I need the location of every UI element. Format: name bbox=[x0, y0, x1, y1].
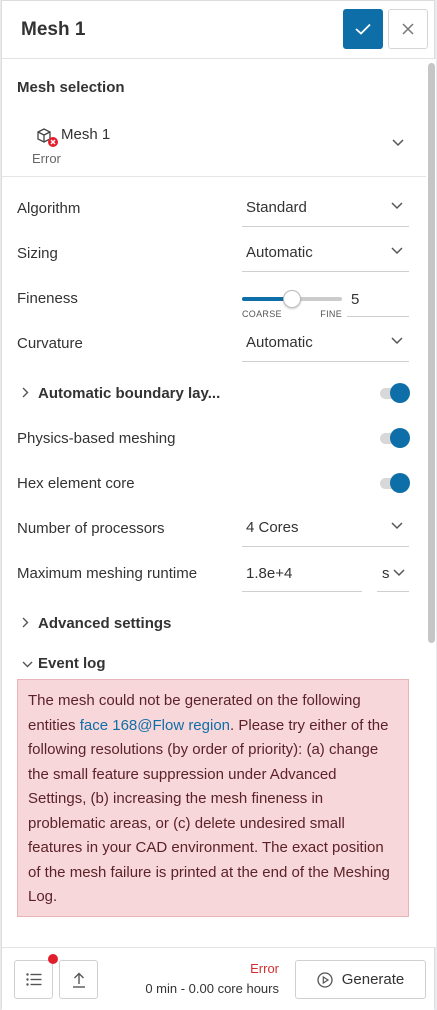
mesh-selection-title: Mesh selection bbox=[17, 79, 125, 96]
slider-max-label: FINE bbox=[320, 309, 342, 319]
toggle-knob bbox=[390, 428, 410, 448]
generate-button[interactable]: Generate bbox=[295, 960, 426, 999]
upload-icon bbox=[72, 972, 85, 988]
auto-boundary-toggle[interactable] bbox=[380, 382, 410, 404]
toggle-knob bbox=[390, 383, 410, 403]
job-list-button[interactable] bbox=[14, 960, 53, 999]
core-hours: 0 min - 0.00 core hours bbox=[145, 981, 279, 996]
mesh-panel: Mesh 1 Mesh selection Mesh 1 Error Algor… bbox=[1, 0, 436, 1010]
auto-boundary-label: Automatic boundary lay... bbox=[38, 385, 221, 402]
physics-based-toggle[interactable] bbox=[380, 427, 410, 449]
chevron-right-icon bbox=[22, 617, 29, 628]
algorithm-label: Algorithm bbox=[17, 200, 81, 217]
runtime-input[interactable]: 1.8e+4 bbox=[242, 555, 362, 592]
algorithm-value: Standard bbox=[246, 199, 307, 216]
panel-title: Mesh 1 bbox=[21, 19, 86, 40]
advanced-settings-expander[interactable]: Advanced settings bbox=[22, 615, 171, 632]
event-log-label: Event log bbox=[38, 655, 106, 672]
curvature-value: Automatic bbox=[246, 334, 313, 351]
panel-content[interactable]: Mesh selection Mesh 1 Error Algorithm St… bbox=[2, 59, 426, 947]
divider bbox=[2, 176, 426, 177]
runtime-label: Maximum meshing runtime bbox=[17, 565, 198, 582]
mesh-item-status: Error bbox=[32, 151, 61, 166]
runtime-unit: s bbox=[382, 565, 390, 582]
event-log-error: The mesh could not be generated on the f… bbox=[17, 679, 409, 917]
mesh-item-name: Mesh 1 bbox=[61, 126, 111, 143]
mesh-error-icon bbox=[37, 128, 58, 147]
processors-label: Number of processors bbox=[17, 520, 165, 537]
chevron-down-icon bbox=[391, 247, 403, 255]
slider-handle[interactable] bbox=[283, 290, 301, 308]
hex-core-label: Hex element core bbox=[17, 475, 135, 492]
fineness-value-field[interactable]: 5 bbox=[347, 280, 409, 317]
list-icon bbox=[25, 973, 41, 986]
sizing-select[interactable]: Automatic bbox=[242, 235, 409, 272]
panel-header: Mesh 1 bbox=[2, 1, 434, 59]
generate-label: Generate bbox=[341, 971, 405, 988]
runtime-unit-select[interactable]: s bbox=[377, 555, 409, 592]
fineness-value: 5 bbox=[351, 291, 360, 308]
scrollbar-thumb[interactable] bbox=[428, 63, 435, 643]
export-button[interactable] bbox=[59, 960, 98, 999]
curvature-select[interactable]: Automatic bbox=[242, 325, 409, 362]
entity-link[interactable]: face 168@Flow region bbox=[80, 717, 230, 734]
processors-select[interactable]: 4 Cores bbox=[242, 510, 409, 547]
close-button[interactable] bbox=[388, 9, 428, 49]
chevron-down-icon bbox=[391, 202, 403, 210]
algorithm-select[interactable]: Standard bbox=[242, 190, 409, 227]
chevron-down-icon bbox=[393, 569, 405, 577]
mesh-selection-dropdown[interactable]: Mesh 1 Error bbox=[2, 114, 426, 172]
runtime-value: 1.8e+4 bbox=[246, 565, 293, 582]
notification-dot bbox=[48, 954, 58, 964]
panel-footer: Error 0 min - 0.00 core hours Generate bbox=[2, 947, 434, 1010]
processors-value: 4 Cores bbox=[246, 519, 299, 536]
hex-core-toggle[interactable] bbox=[380, 472, 410, 494]
physics-based-label: Physics-based meshing bbox=[17, 430, 176, 447]
toggle-knob bbox=[390, 473, 410, 493]
confirm-button[interactable] bbox=[343, 9, 383, 49]
chevron-down-icon bbox=[22, 661, 33, 668]
advanced-settings-label: Advanced settings bbox=[38, 615, 172, 632]
fineness-label: Fineness bbox=[17, 290, 78, 307]
fineness-slider[interactable]: COARSE FINE bbox=[242, 285, 342, 321]
error-message-end: . Please try either of the following res… bbox=[28, 716, 390, 906]
sizing-value: Automatic bbox=[246, 244, 313, 261]
chevron-right-icon bbox=[22, 387, 29, 398]
close-icon bbox=[402, 23, 414, 35]
chevron-down-icon bbox=[391, 522, 403, 530]
play-circle-icon bbox=[317, 971, 333, 988]
sizing-label: Sizing bbox=[17, 245, 58, 262]
run-status: Error bbox=[250, 961, 279, 976]
curvature-label: Curvature bbox=[17, 335, 83, 352]
chevron-down-icon bbox=[392, 139, 404, 147]
checkmark-icon bbox=[355, 23, 371, 35]
slider-min-label: COARSE bbox=[242, 309, 282, 319]
event-log-expander[interactable]: Event log bbox=[22, 655, 106, 672]
auto-boundary-expander[interactable]: Automatic boundary lay... bbox=[22, 385, 220, 402]
chevron-down-icon bbox=[391, 337, 403, 345]
